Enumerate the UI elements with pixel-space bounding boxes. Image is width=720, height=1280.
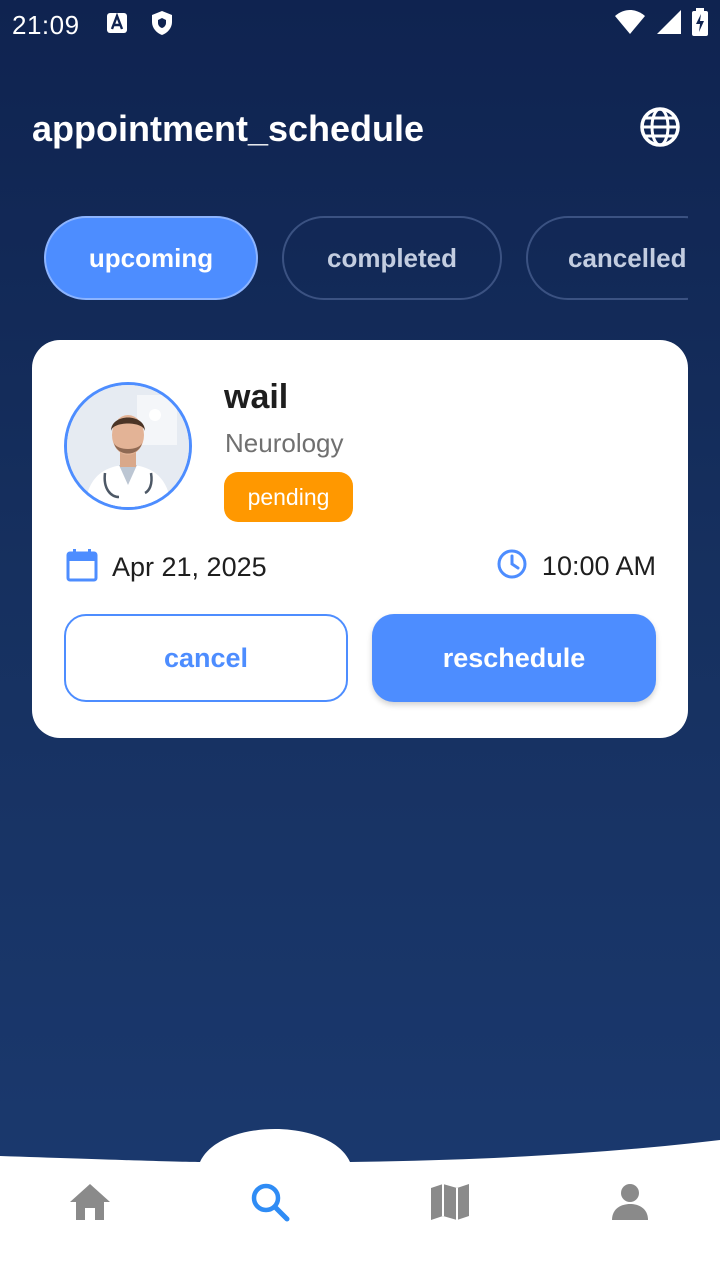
nav-profile[interactable] — [602, 1176, 658, 1232]
date-text: Apr 21, 2025 — [112, 552, 267, 582]
tab-completed[interactable]: completed — [282, 216, 502, 300]
language-button[interactable] — [636, 105, 684, 153]
shield-icon — [150, 10, 174, 41]
doctor-avatar — [64, 382, 192, 510]
battery-icon — [692, 8, 708, 41]
appointment-card: wail Neurology pending Apr 21, 2025 10:0… — [32, 340, 688, 738]
wifi-icon — [614, 9, 646, 40]
appointment-time: 10:00 AM — [496, 548, 656, 585]
status-badge: pending — [224, 472, 353, 522]
status-bar: 21:09 — [0, 0, 720, 50]
nav-map[interactable] — [422, 1176, 478, 1232]
signal-icon — [656, 9, 682, 40]
accessibility-font-icon — [106, 12, 128, 39]
cancel-button[interactable]: cancel — [64, 614, 348, 702]
status-time: 21:09 — [12, 9, 80, 40]
status-tabs: upcoming completed cancelled — [44, 216, 688, 300]
doctor-name: wail — [224, 378, 289, 416]
nav-search[interactable] — [242, 1176, 298, 1232]
page-title: appointment_schedule — [32, 108, 425, 149]
calendar-icon — [66, 548, 98, 587]
header: appointment_schedule — [32, 104, 688, 154]
appointment-date: Apr 21, 2025 — [66, 548, 267, 587]
nav-home[interactable] — [62, 1176, 118, 1232]
reschedule-button[interactable]: reschedule — [372, 614, 656, 702]
globe-icon — [639, 106, 681, 153]
map-icon — [429, 1182, 471, 1227]
doctor-specialty: Neurology — [225, 428, 344, 458]
clock-icon — [496, 548, 528, 585]
tab-cancelled[interactable]: cancelled — [526, 216, 688, 300]
person-icon — [610, 1182, 650, 1227]
search-icon — [249, 1181, 291, 1228]
home-icon — [68, 1182, 112, 1227]
tab-upcoming[interactable]: upcoming — [44, 216, 258, 300]
time-text: 10:00 AM — [541, 551, 656, 581]
